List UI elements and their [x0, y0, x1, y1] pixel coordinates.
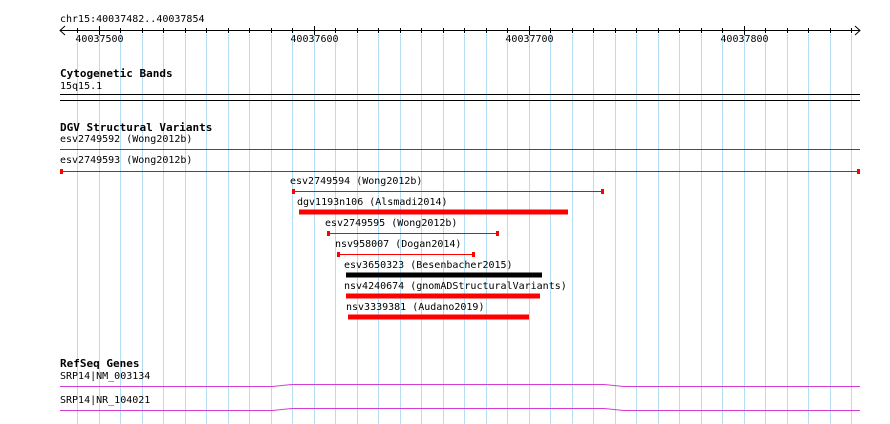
variant-endcap	[601, 189, 604, 194]
gene-line[interactable]	[60, 384, 860, 387]
variant-label[interactable]: esv3650323 (Besenbacher2015)	[344, 260, 513, 272]
gene-label[interactable]: SRP14|NR_104021	[60, 395, 150, 407]
variant-bar[interactable]	[299, 209, 568, 215]
track-title-cytogenetic-bands[interactable]: Cytogenetic Bands	[60, 67, 173, 80]
ruler-tick-label: 40037600	[290, 34, 339, 45]
variant-label[interactable]: nsv4240674 (gnomADStructuralVariants)	[344, 281, 567, 293]
ruler-tick-label: 40037500	[75, 34, 124, 45]
gene-line[interactable]	[60, 408, 860, 411]
variant-endcap	[337, 252, 340, 257]
variant-label[interactable]: esv2749592 (Wong2012b)	[60, 134, 192, 146]
variant-label[interactable]: esv2749594 (Wong2012b)	[290, 176, 422, 188]
variant-label[interactable]: esv2749595 (Wong2012b)	[325, 218, 457, 230]
variant-endcap	[327, 231, 330, 236]
region-label: chr15:40037482..40037854	[60, 14, 205, 25]
track-title-dgv-structural-variants[interactable]: DGV Structural Variants	[60, 121, 212, 134]
variant-bar[interactable]	[348, 314, 529, 320]
variant-endcap	[496, 231, 499, 236]
track-title-refseq-genes[interactable]: RefSeq Genes	[60, 357, 139, 370]
variant-label[interactable]: nsv958007 (Dogan2014)	[335, 239, 461, 251]
variant-label[interactable]: nsv3339381 (Audano2019)	[346, 302, 484, 314]
variant-label[interactable]: dgv1193n106 (Alsmadi2014)	[297, 197, 448, 209]
variant-endcap	[292, 189, 295, 194]
variant-endcap	[60, 169, 63, 174]
variant-bar[interactable]	[346, 272, 542, 278]
genome-browser-view: chr15:40037482..40037854 Cytogenetic Ban…	[0, 0, 890, 424]
cytoband-label: 15q15.1	[60, 81, 103, 92]
variant-label[interactable]: esv2749593 (Wong2012b)	[60, 155, 192, 167]
variant-endcap	[472, 252, 475, 257]
variant-bar[interactable]	[346, 293, 540, 299]
variant-endcap	[857, 169, 860, 174]
ruler-tick-label: 40037800	[720, 34, 769, 45]
gene-label[interactable]: SRP14|NM_003134	[60, 371, 150, 383]
ruler-tick-label: 40037700	[505, 34, 554, 45]
